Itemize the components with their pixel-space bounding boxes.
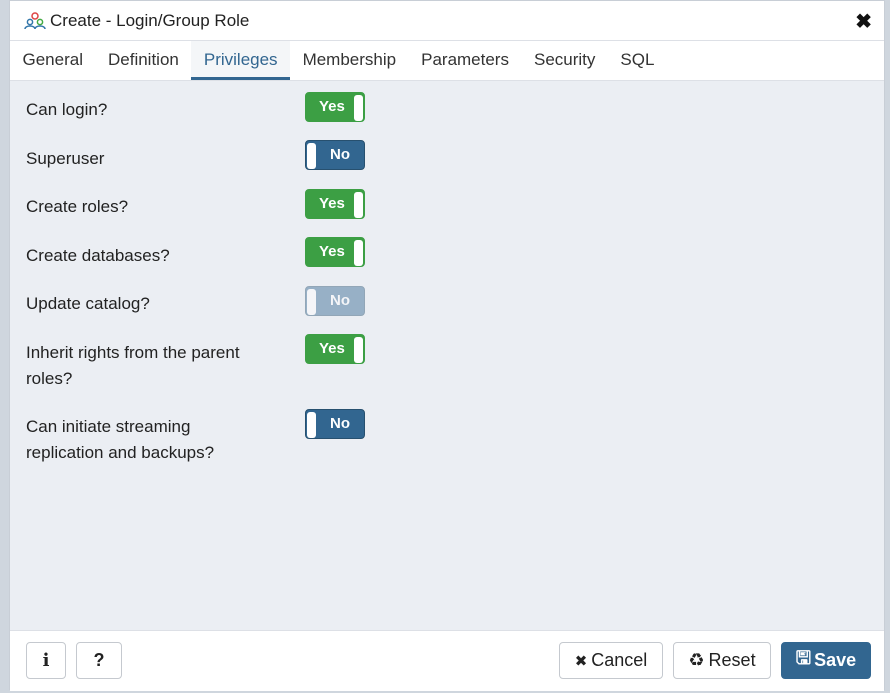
- tab-definition[interactable]: Definition: [95, 41, 191, 80]
- superuser-label: Superuser: [26, 149, 105, 168]
- recycle-icon: ♻: [688, 650, 705, 670]
- inherit-rights-toggle[interactable]: Yes: [305, 334, 365, 364]
- create-roles-toggle[interactable]: Yes: [305, 189, 365, 219]
- save-label: Save: [814, 650, 857, 670]
- toggle-knob: [307, 412, 316, 438]
- help-button[interactable]: ?: [76, 642, 122, 679]
- create-databases-toggle[interactable]: Yes: [305, 237, 365, 267]
- toggle-knob: [307, 289, 316, 315]
- tab-general[interactable]: General: [10, 41, 95, 80]
- toggle-text: Yes: [319, 243, 345, 260]
- toggle-text: No: [330, 146, 350, 163]
- toggle-knob: [307, 143, 316, 169]
- privileges-panel: Can login? Yes Superuser No Create roles…: [10, 81, 884, 630]
- reset-button[interactable]: ♻ Reset: [673, 642, 771, 679]
- dialog-title: Create - Login/Group Role: [50, 10, 250, 30]
- superuser-toggle[interactable]: No: [305, 140, 365, 170]
- group-role-icon: [24, 11, 46, 29]
- info-button[interactable]: i: [26, 642, 66, 679]
- streaming-replication-label: Can initiate streaming replication and b…: [26, 417, 215, 462]
- toggle-knob: [354, 192, 363, 218]
- save-button[interactable]: 🖫 Save: [781, 642, 871, 679]
- tab-membership[interactable]: Membership: [290, 41, 409, 80]
- toggle-text: No: [330, 415, 350, 432]
- close-icon: ✖: [574, 652, 588, 670]
- update-catalog-label: Update catalog?: [26, 294, 150, 313]
- toggle-text: Yes: [319, 98, 345, 115]
- create-roles-label: Create roles?: [26, 197, 129, 216]
- dialog-header: Create - Login/Group Role ✖: [10, 1, 884, 41]
- close-icon[interactable]: ✖: [855, 9, 872, 34]
- toggle-knob: [354, 95, 363, 121]
- streaming-replication-toggle[interactable]: No: [305, 409, 365, 439]
- create-role-dialog: Create - Login/Group Role ✖ General Defi…: [9, 0, 885, 691]
- toggle-text: Yes: [319, 195, 345, 212]
- cancel-button[interactable]: ✖ Cancel: [559, 642, 663, 679]
- update-catalog-toggle: No: [305, 286, 365, 316]
- toggle-knob: [354, 337, 363, 363]
- reset-label: Reset: [708, 650, 756, 670]
- cancel-label: Cancel: [591, 650, 648, 670]
- toggle-text: Yes: [319, 340, 345, 357]
- toggle-knob: [354, 240, 363, 266]
- tab-parameters[interactable]: Parameters: [409, 41, 522, 80]
- toggle-text: No: [330, 292, 350, 309]
- tab-security[interactable]: Security: [521, 41, 607, 80]
- can-login-toggle[interactable]: Yes: [305, 92, 365, 122]
- floppy-disk-icon: 🖫: [795, 647, 812, 668]
- inherit-rights-label: Inherit rights from the parent roles?: [26, 343, 240, 388]
- tab-privileges[interactable]: Privileges: [191, 41, 291, 80]
- dialog-footer: i ? ✖ Cancel ♻ Reset 🖫 Save: [10, 630, 884, 691]
- create-databases-label: Create databases?: [26, 246, 170, 265]
- can-login-label: Can login?: [26, 100, 108, 119]
- tab-sql[interactable]: SQL: [608, 41, 667, 80]
- tab-bar: General Definition Privileges Membership…: [10, 41, 884, 81]
